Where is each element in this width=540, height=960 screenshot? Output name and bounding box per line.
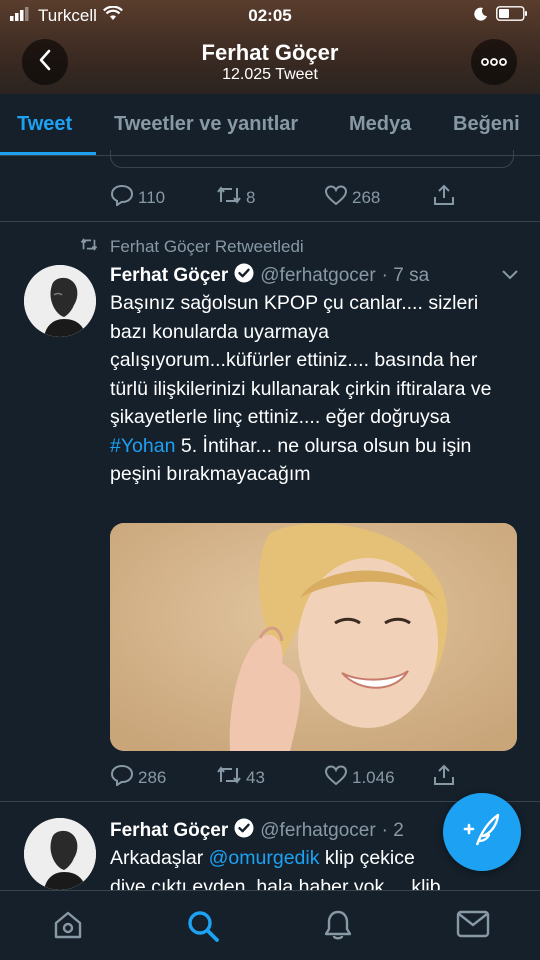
- like-button[interactable]: 268: [324, 184, 380, 211]
- reply-button[interactable]: 286: [110, 764, 166, 791]
- retweet-count: 43: [246, 767, 265, 787]
- compose-icon: [463, 813, 501, 852]
- profile-header: Turkcell 02:05 Ferhat Göçer 12.025 Tweet: [0, 0, 540, 94]
- battery-icon: [496, 6, 528, 26]
- tweet-body: Başınız sağolsun KPOP çu canlar.... sizl…: [110, 289, 508, 489]
- retweet-icon: [216, 764, 242, 791]
- retweet-indicator: Ferhat Göçer Retweetledi: [80, 237, 304, 257]
- verified-badge-icon: [234, 818, 254, 843]
- like-icon: [324, 764, 348, 791]
- profile-tabs: Tweet Tweetler ve yanıtlar Medya Beğeni: [0, 94, 540, 156]
- tweet-text-line: diye çıktı evden, hala haber yok.... kli…: [110, 875, 440, 891]
- reply-icon: [110, 184, 134, 211]
- like-icon: [324, 184, 348, 211]
- reply-count: 286: [138, 767, 167, 787]
- chevron-down-icon[interactable]: [501, 268, 519, 286]
- clock: 02:05: [248, 6, 292, 25]
- reply-button[interactable]: 110: [110, 184, 165, 211]
- share-icon: [432, 764, 456, 791]
- search-icon[interactable]: [186, 909, 220, 948]
- retweet-icon: [80, 237, 98, 257]
- tweet-count: 12.025 Tweet: [222, 66, 318, 83]
- bottom-navigation: [0, 890, 540, 960]
- tweet-divider: [0, 221, 540, 222]
- display-name[interactable]: Ferhat Göçer: [110, 820, 228, 842]
- avatar[interactable]: [24, 265, 96, 337]
- media-card-edge: [110, 150, 514, 168]
- verified-badge-icon: [234, 263, 254, 288]
- user-handle[interactable]: @ferhatgocer: [260, 265, 375, 287]
- tweet-text: Arkadaşlar: [110, 847, 209, 869]
- more-icon: [481, 53, 507, 71]
- like-count: 1.046: [352, 767, 395, 787]
- tweet-time: · 2: [381, 819, 404, 841]
- share-icon: [432, 184, 456, 211]
- do-not-disturb-icon: [474, 6, 488, 26]
- compose-tweet-button[interactable]: [443, 793, 521, 871]
- like-count: 268: [352, 187, 381, 207]
- share-button[interactable]: [432, 764, 456, 791]
- active-tab-indicator: [0, 152, 96, 155]
- reply-count: 110: [138, 187, 166, 207]
- mention-link[interactable]: @omurgedik: [209, 847, 320, 869]
- status-bar: Turkcell 02:05: [0, 0, 540, 32]
- tweet-header: Ferhat Göçer @ferhatgocer · 2: [110, 818, 404, 843]
- retweet-button[interactable]: 8: [216, 184, 255, 211]
- reply-icon: [110, 764, 134, 791]
- retweet-icon: [216, 184, 242, 211]
- share-button[interactable]: [432, 184, 456, 211]
- home-icon[interactable]: [52, 909, 84, 946]
- display-name[interactable]: Ferhat Göçer: [110, 265, 228, 287]
- tweet-body: Arkadaşlar @omurgedik klip çekice diye ç…: [110, 844, 440, 890]
- retweeted-by-label: Ferhat Göçer Retweetledi: [110, 237, 304, 256]
- tab-tweets-and-replies[interactable]: Tweetler ve yanıtlar: [114, 113, 298, 136]
- tab-media[interactable]: Medya: [349, 113, 411, 136]
- page-title: Ferhat Göçer: [201, 40, 339, 65]
- more-options-button[interactable]: [471, 39, 517, 85]
- messages-icon[interactable]: [456, 909, 490, 944]
- user-handle[interactable]: @ferhatgocer: [260, 820, 375, 842]
- tweet-time: · 7 sa: [381, 264, 430, 286]
- notifications-icon[interactable]: [322, 909, 354, 946]
- like-button[interactable]: 1.046: [324, 764, 395, 791]
- avatar[interactable]: [24, 818, 96, 890]
- tweet-text-cont: klip çekice: [319, 847, 415, 869]
- retweet-button[interactable]: 43: [216, 764, 265, 791]
- tab-tweets[interactable]: Tweet: [17, 113, 72, 136]
- tweet-header: Ferhat Göçer @ferhatgocer · 7 sa: [110, 263, 429, 288]
- retweet-count: 8: [246, 187, 256, 207]
- tab-likes[interactable]: Beğeni: [453, 113, 520, 136]
- tweet-text: Başınız sağolsun KPOP çu canlar.... sizl…: [110, 292, 492, 428]
- hashtag-link[interactable]: #Yohan: [110, 435, 175, 457]
- tweet-photo[interactable]: [110, 523, 517, 751]
